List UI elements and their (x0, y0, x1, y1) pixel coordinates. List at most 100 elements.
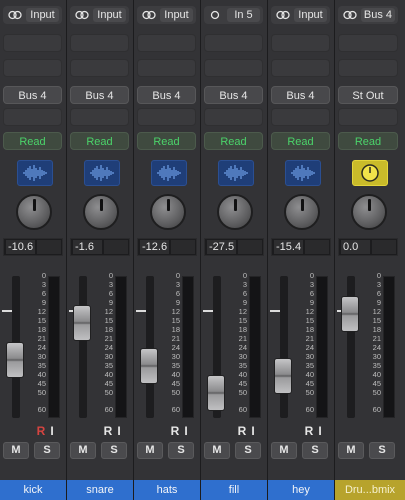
record-enable-button[interactable]: R (36, 424, 46, 438)
solo-button[interactable]: S (302, 442, 328, 459)
input-slot[interactable]: Bus 4 (338, 6, 398, 24)
group-slot[interactable] (338, 108, 398, 126)
automation-mode[interactable]: Read (204, 132, 263, 150)
mute-solo: M S (3, 442, 60, 459)
input-slot[interactable]: Input (137, 6, 196, 24)
group-slot[interactable] (3, 108, 62, 126)
automation-mode[interactable]: Read (271, 132, 330, 150)
setting-slot[interactable] (338, 34, 398, 52)
record-enable-button[interactable]: R (103, 424, 113, 438)
input-monitor-button[interactable]: I (47, 424, 57, 438)
automation-mode[interactable]: Read (3, 132, 62, 150)
eq-slot[interactable] (137, 59, 196, 77)
setting-slot[interactable] (137, 34, 196, 52)
stereo-link-icon (343, 10, 357, 20)
eq-slot[interactable] (338, 59, 398, 77)
eq-slot[interactable] (3, 59, 62, 77)
mute-button[interactable]: M (3, 442, 29, 459)
track-name[interactable]: hats (134, 480, 200, 500)
fader-scale-tick: 21 (37, 334, 46, 343)
input-monitor-button[interactable]: I (114, 424, 124, 438)
fader-scale: 0 3 6 9 12 15 18 21 24 30 35 40 45 50 60 (93, 272, 113, 416)
input-slot[interactable]: Input (70, 6, 129, 24)
mute-button[interactable]: M (137, 442, 163, 459)
setting-slot[interactable] (204, 34, 263, 52)
solo-button[interactable]: S (235, 442, 261, 459)
volume-fader[interactable] (274, 358, 292, 394)
fader-scale-tick: 45 (305, 379, 314, 388)
eq-slot[interactable] (204, 59, 263, 77)
mute-button[interactable]: M (271, 442, 297, 459)
pan-knob[interactable] (351, 194, 387, 230)
fader-scale-tick: 50 (171, 388, 180, 397)
mute-solo: M S (137, 442, 194, 459)
mute-button[interactable]: M (338, 442, 364, 459)
group-slot[interactable] (204, 108, 263, 126)
group-slot[interactable] (137, 108, 196, 126)
eq-slot[interactable] (70, 59, 129, 77)
volume-fader[interactable] (140, 348, 158, 384)
setting-slot[interactable] (271, 34, 330, 52)
pan-knob[interactable] (83, 194, 119, 230)
eq-slot[interactable] (271, 59, 330, 77)
input-label: Input (294, 8, 327, 22)
pan-knob[interactable] (217, 194, 253, 230)
input-slot[interactable]: Input (3, 6, 62, 24)
input-slot[interactable]: Input (271, 6, 330, 24)
fader-scale-tick: 12 (372, 307, 381, 316)
solo-button[interactable]: S (101, 442, 127, 459)
automation-mode[interactable]: Read (70, 132, 129, 150)
fader-track[interactable] (280, 276, 288, 418)
setting-slot[interactable] (3, 34, 62, 52)
fader-scale-tick: 18 (305, 325, 314, 334)
mute-button[interactable]: M (70, 442, 96, 459)
input-slot[interactable]: In 5 (204, 6, 263, 24)
fader-scale-tick: 0 (309, 271, 314, 280)
automation-mode[interactable]: Read (137, 132, 196, 150)
mute-button[interactable]: M (204, 442, 230, 459)
record-enable-button[interactable]: R (237, 424, 247, 438)
pan-knob[interactable] (16, 194, 52, 230)
volume-fader[interactable] (341, 296, 359, 332)
fader-scale-tick: 35 (372, 361, 381, 370)
volume-fader[interactable] (6, 342, 24, 378)
fader-track[interactable] (79, 276, 87, 418)
fader-scale-tick: 18 (104, 325, 113, 334)
track-name[interactable]: Dru...bmix (335, 480, 405, 500)
record-enable-button[interactable]: R (304, 424, 314, 438)
solo-button[interactable]: S (168, 442, 194, 459)
pan-knob[interactable] (150, 194, 186, 230)
track-name[interactable]: snare (67, 480, 133, 500)
input-monitor-button[interactable]: I (315, 424, 325, 438)
fader-scale-tick: 15 (372, 316, 381, 325)
group-slot[interactable] (70, 108, 129, 126)
track-name[interactable]: hey (268, 480, 334, 500)
track-name[interactable]: kick (0, 480, 66, 500)
fader-track[interactable] (146, 276, 154, 418)
fader-scale-tick: 18 (238, 325, 247, 334)
stereo-link-icon (8, 10, 22, 20)
track-name[interactable]: fill (201, 480, 267, 500)
automation-mode[interactable]: Read (338, 132, 398, 150)
fader-scale-tick: 9 (242, 298, 247, 307)
volume-value: 0.0 (341, 240, 370, 254)
volume-fader[interactable] (73, 305, 91, 341)
group-slot[interactable] (271, 108, 330, 126)
input-monitor-button[interactable]: I (248, 424, 258, 438)
output-slot[interactable]: Bus 4 (204, 86, 263, 104)
output-slot[interactable]: Bus 4 (137, 86, 196, 104)
volume-fader[interactable] (207, 375, 225, 411)
output-slot[interactable]: Bus 4 (3, 86, 62, 104)
output-slot[interactable]: Bus 4 (70, 86, 129, 104)
record-enable-button[interactable]: R (170, 424, 180, 438)
solo-button[interactable]: S (369, 442, 395, 459)
output-slot[interactable]: St Out (338, 86, 398, 104)
fader-scale-tick: 50 (238, 388, 247, 397)
fader-scale-tick: 9 (175, 298, 180, 307)
output-slot[interactable]: Bus 4 (271, 86, 330, 104)
fader-scale-tick: 50 (305, 388, 314, 397)
pan-knob[interactable] (284, 194, 320, 230)
input-monitor-button[interactable]: I (181, 424, 191, 438)
setting-slot[interactable] (70, 34, 129, 52)
solo-button[interactable]: S (34, 442, 60, 459)
